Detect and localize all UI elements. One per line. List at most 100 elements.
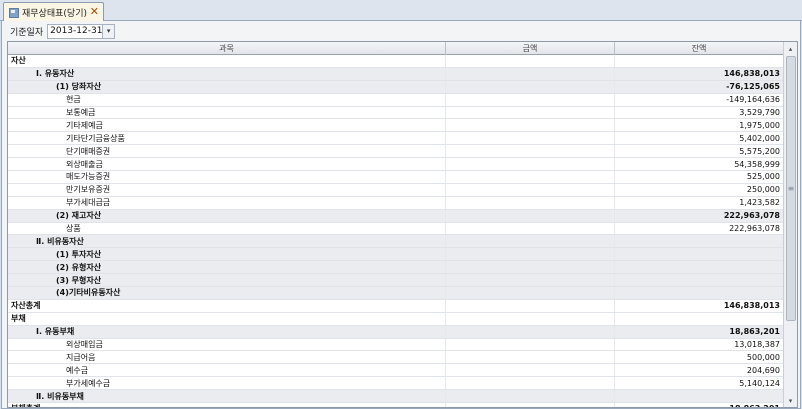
balance-cell[interactable]: 5,575,200 [615, 145, 784, 158]
table-row[interactable]: 단기매매증권 5,575,200 [8, 145, 784, 159]
base-date-value[interactable]: 2013-12-31 [48, 26, 102, 36]
amount-cell[interactable] [446, 106, 615, 119]
table-row[interactable]: 부가세예수금 5,140,124 [8, 377, 784, 391]
amount-cell[interactable] [446, 312, 615, 325]
table-row[interactable]: 예수금 204,690 [8, 364, 784, 378]
base-date-picker[interactable]: 2013-12-31 ▾ [47, 23, 116, 39]
scroll-down-icon[interactable]: ▾ [784, 394, 797, 407]
amount-cell[interactable] [446, 67, 615, 80]
balance-cell[interactable]: 18,863,201 [615, 325, 784, 338]
account-name-cell[interactable]: Ⅰ. 유동부채 [8, 325, 446, 338]
amount-cell[interactable] [446, 171, 615, 183]
account-name-cell[interactable]: (1) 투자자산 [8, 248, 446, 261]
balance-cell[interactable]: 222,963,078 [615, 209, 784, 222]
table-row[interactable]: 지급어음 500,000 [8, 351, 784, 365]
amount-cell[interactable] [446, 274, 615, 287]
column-header-account[interactable]: 과목 [8, 42, 446, 55]
table-row[interactable]: 만기보유증권 250,000 [8, 183, 784, 197]
amount-cell[interactable] [446, 351, 615, 364]
account-name-cell[interactable]: Ⅱ. 비유동부채 [8, 390, 446, 403]
account-name-cell[interactable]: 부채총계 [8, 403, 446, 407]
amount-cell[interactable] [446, 222, 615, 235]
balance-cell[interactable] [615, 261, 784, 274]
account-name-cell[interactable]: 자산총계 [8, 299, 446, 312]
close-icon[interactable]: ✕ [90, 6, 99, 18]
balance-cell[interactable]: -76,125,065 [615, 80, 784, 93]
balance-cell[interactable]: 525,000 [615, 171, 784, 183]
amount-cell[interactable] [446, 299, 615, 312]
amount-cell[interactable] [446, 93, 615, 106]
amount-cell[interactable] [446, 377, 615, 390]
table-row[interactable]: 부채 [8, 312, 784, 326]
account-name-cell[interactable]: 만기보유증권 [8, 183, 446, 196]
balance-cell[interactable]: 5,402,000 [615, 132, 784, 145]
table-row[interactable]: 기타제예금 1,975,000 [8, 119, 784, 133]
account-name-cell[interactable]: Ⅰ. 유동자산 [8, 67, 446, 80]
balance-cell[interactable]: 18,863,201 [615, 403, 784, 407]
balance-sheet-grid[interactable]: 과목 금액 잔액 자산 Ⅰ. 유동자산 146,838,013 (1) 당좌자산 -76… [7, 41, 798, 408]
account-name-cell[interactable]: 외상매출금 [8, 158, 446, 171]
balance-cell[interactable]: 13,018,387 [615, 338, 784, 351]
table-row[interactable]: Ⅰ. 유동부채 18,863,201 [8, 325, 784, 339]
balance-cell[interactable]: 250,000 [615, 183, 784, 196]
amount-cell[interactable] [446, 248, 615, 261]
balance-cell[interactable]: 5,140,124 [615, 377, 784, 390]
account-name-cell[interactable]: (2) 재고자산 [8, 209, 446, 222]
amount-cell[interactable] [446, 287, 615, 299]
table-row[interactable]: Ⅱ. 비유동부채 [8, 390, 784, 404]
balance-cell[interactable] [615, 390, 784, 403]
table-row[interactable]: 외상매입금 13,018,387 [8, 338, 784, 352]
account-name-cell[interactable]: Ⅱ. 비유동자산 [8, 235, 446, 248]
account-name-cell[interactable]: (3) 무형자산 [8, 274, 446, 287]
amount-cell[interactable] [446, 132, 615, 145]
amount-cell[interactable] [446, 325, 615, 338]
amount-cell[interactable] [446, 390, 615, 403]
balance-cell[interactable]: 204,690 [615, 364, 784, 377]
scrollbar-thumb[interactable]: ≡ [786, 56, 796, 321]
scroll-up-icon[interactable]: ▴ [784, 42, 797, 55]
account-name-cell[interactable]: 외상매입금 [8, 338, 446, 351]
account-name-cell[interactable]: (4)기타비유동자산 [8, 287, 446, 299]
amount-cell[interactable] [446, 145, 615, 158]
table-row[interactable]: Ⅱ. 비유동자산 [8, 235, 784, 249]
table-row[interactable]: 자산총계 146,838,013 [8, 299, 784, 313]
balance-cell[interactable]: 1,975,000 [615, 119, 784, 132]
amount-cell[interactable] [446, 119, 615, 132]
account-name-cell[interactable]: 자산 [8, 55, 446, 67]
balance-cell[interactable] [615, 235, 784, 248]
table-row[interactable]: (1) 당좌자산 -76,125,065 [8, 80, 784, 94]
table-row[interactable]: 매도가능증권 525,000 [8, 171, 784, 184]
balance-cell[interactable]: -149,164,636 [615, 93, 784, 106]
balance-cell[interactable]: 54,358,999 [615, 158, 784, 171]
chevron-down-icon[interactable]: ▾ [102, 24, 115, 38]
table-row[interactable]: 부가세대급금 1,423,582 [8, 196, 784, 210]
vertical-scrollbar[interactable]: ▴ ≡ ▾ [783, 42, 797, 407]
account-name-cell[interactable]: (2) 유형자산 [8, 261, 446, 274]
table-row[interactable]: Ⅰ. 유동자산 146,838,013 [8, 67, 784, 81]
column-header-amount[interactable]: 금액 [446, 42, 615, 55]
table-row[interactable]: 외상매출금 54,358,999 [8, 158, 784, 172]
amount-cell[interactable] [446, 183, 615, 196]
account-name-cell[interactable]: (1) 당좌자산 [8, 80, 446, 93]
balance-cell[interactable]: 146,838,013 [615, 299, 784, 312]
account-name-cell[interactable]: 기타제예금 [8, 119, 446, 132]
amount-cell[interactable] [446, 364, 615, 377]
balance-cell[interactable] [615, 287, 784, 299]
balance-cell[interactable]: 3,529,790 [615, 106, 784, 119]
account-name-cell[interactable]: 예수금 [8, 364, 446, 377]
table-row[interactable]: 자산 [8, 55, 784, 68]
table-row[interactable]: (2) 재고자산 222,963,078 [8, 209, 784, 223]
amount-cell[interactable] [446, 403, 615, 407]
table-row[interactable]: (4)기타비유동자산 [8, 287, 784, 300]
balance-cell[interactable] [615, 248, 784, 261]
table-row[interactable]: 부채총계 18,863,201 [8, 403, 784, 407]
table-row[interactable]: (3) 무형자산 [8, 274, 784, 288]
account-name-cell[interactable]: 지급어음 [8, 351, 446, 364]
table-row[interactable]: 보통예금 3,529,790 [8, 106, 784, 120]
balance-cell[interactable]: 222,963,078 [615, 222, 784, 235]
table-row[interactable]: 상품 222,963,078 [8, 222, 784, 236]
account-name-cell[interactable]: 부가세예수금 [8, 377, 446, 390]
amount-cell[interactable] [446, 80, 615, 93]
account-name-cell[interactable]: 상품 [8, 222, 446, 235]
amount-cell[interactable] [446, 338, 615, 351]
